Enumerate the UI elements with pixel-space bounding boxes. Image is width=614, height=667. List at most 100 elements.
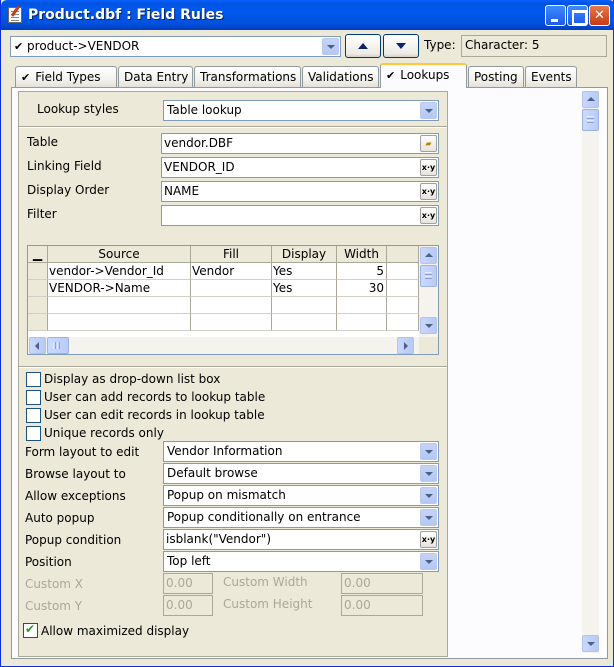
allow-maximized-checkbox[interactable]	[23, 622, 38, 638]
expression-builder-icon[interactable]: x·y	[420, 159, 437, 176]
grid-cell-width[interactable]: 5	[337, 263, 387, 280]
custom-height-input[interactable]: 0.00	[341, 595, 423, 616]
grid-cell[interactable]	[387, 297, 419, 314]
tab-label: Field Types	[35, 70, 101, 84]
custom-y-input[interactable]: 0.00	[163, 595, 213, 616]
grid-cell[interactable]	[387, 280, 419, 297]
tab-posting[interactable]: Posting	[468, 66, 524, 87]
expression-builder-icon[interactable]: x·y	[420, 183, 437, 200]
row-selector[interactable]	[28, 280, 48, 297]
scroll-up-button[interactable]	[582, 91, 599, 108]
column-header-width[interactable]: Width	[337, 246, 387, 263]
allow-exceptions-select[interactable]: Popup on mismatch	[163, 485, 439, 506]
scroll-right-button[interactable]	[397, 337, 414, 354]
grid-cell-display[interactable]: Yes	[272, 263, 337, 280]
unique-records-checkbox[interactable]	[26, 426, 41, 441]
folder-open-icon[interactable]: ▰	[420, 135, 437, 152]
tab-field-types[interactable]: ✔ Field Types	[15, 66, 117, 87]
can-add-checkbox[interactable]	[26, 390, 41, 405]
scroll-left-button[interactable]	[29, 337, 46, 354]
chevron-down-icon[interactable]	[420, 102, 437, 119]
grid-vertical-scrollbar[interactable]	[419, 246, 438, 337]
custom-x-input[interactable]: 0.00	[163, 573, 213, 594]
display-order-input[interactable]: NAME x·y	[161, 181, 439, 202]
maximize-button[interactable]	[567, 5, 588, 26]
previous-field-button[interactable]	[345, 34, 381, 58]
expression-builder-icon[interactable]: x·y	[420, 531, 437, 548]
grid-cell-width[interactable]: 30	[337, 280, 387, 297]
grid-cell[interactable]	[191, 297, 272, 314]
form-layout-label: Form layout to edit	[25, 445, 140, 459]
close-button[interactable]: ✕	[589, 5, 610, 26]
dropdown-list-checkbox[interactable]	[26, 372, 41, 387]
grid-cell-display[interactable]: Yes	[272, 280, 337, 297]
chevron-down-icon[interactable]	[322, 38, 339, 55]
scroll-down-button[interactable]	[420, 317, 437, 334]
tab-lookups[interactable]: ✔ Lookups	[380, 63, 467, 88]
grid-cell[interactable]	[272, 314, 337, 331]
tab-events[interactable]: Events	[525, 66, 577, 87]
row-selector[interactable]	[28, 314, 48, 331]
chevron-down-icon[interactable]	[420, 443, 437, 460]
row-selector[interactable]	[28, 297, 48, 314]
chevron-down-icon[interactable]	[420, 509, 437, 526]
scroll-up-button[interactable]	[420, 247, 437, 264]
lookup-styles-value: Table lookup	[167, 103, 242, 117]
auto-popup-select[interactable]: Popup conditionally on entrance	[163, 507, 439, 528]
chevron-down-icon[interactable]	[420, 553, 437, 570]
scroll-thumb[interactable]	[47, 337, 69, 354]
lookup-fields-grid[interactable]: ▁ Source Fill Display Width vendor->Vend…	[27, 245, 439, 355]
column-header-source[interactable]: Source	[48, 246, 191, 263]
can-edit-checkbox[interactable]	[26, 408, 41, 423]
scroll-thumb[interactable]	[582, 109, 599, 131]
next-field-button[interactable]	[383, 34, 419, 58]
panel-vertical-scrollbar[interactable]	[582, 91, 599, 653]
check-icon: ✔	[14, 40, 24, 53]
column-header-fill[interactable]: Fill	[191, 246, 272, 263]
custom-width-input[interactable]: 0.00	[341, 573, 423, 594]
grid-cell[interactable]	[387, 314, 419, 331]
linking-field-input[interactable]: VENDOR_ID x·y	[161, 157, 439, 178]
position-select[interactable]: Top left	[163, 551, 439, 572]
grid-horizontal-scrollbar[interactable]	[28, 337, 419, 354]
grid-cell-source[interactable]: VENDOR->Name	[48, 280, 191, 297]
grid-cell-fill[interactable]	[191, 280, 272, 297]
tab-label: Events	[531, 70, 572, 84]
linking-field-label: Linking Field	[27, 159, 102, 173]
column-header-empty	[387, 246, 419, 263]
title-bar[interactable]: Product.dbf : Field Rules ✕	[1, 0, 614, 30]
grid-cell[interactable]	[191, 314, 272, 331]
tab-transformations[interactable]: Transformations	[194, 66, 301, 87]
grid-cell-source[interactable]: vendor->Vendor_Id	[48, 263, 191, 280]
column-header-display[interactable]: Display	[272, 246, 337, 263]
tab-data-entry[interactable]: Data Entry	[118, 66, 193, 87]
scroll-down-button[interactable]	[582, 635, 599, 652]
grid-cell[interactable]	[337, 314, 387, 331]
scroll-thumb[interactable]	[420, 265, 437, 287]
grid-cell[interactable]	[387, 263, 419, 280]
grid-cell-fill[interactable]: Vendor	[191, 263, 272, 280]
grid-cell[interactable]	[48, 297, 191, 314]
field-selector[interactable]: ✔ product->VENDOR	[10, 36, 341, 57]
type-label: Type:	[424, 38, 456, 52]
filter-input[interactable]: x·y	[161, 205, 439, 226]
row-selector[interactable]	[28, 263, 48, 280]
lookup-styles-select[interactable]: Table lookup	[163, 100, 439, 121]
browse-layout-select[interactable]: Default browse	[163, 463, 439, 484]
window-title: Product.dbf : Field Rules	[28, 7, 224, 23]
tab-validations[interactable]: Validations	[302, 66, 379, 87]
form-layout-value: Vendor Information	[167, 444, 283, 458]
check-icon: ✔	[386, 69, 396, 82]
custom-x-value: 0.00	[166, 576, 193, 590]
form-layout-select[interactable]: Vendor Information	[163, 441, 439, 462]
minimize-button[interactable]	[545, 5, 566, 26]
grid-cell[interactable]	[337, 297, 387, 314]
popup-condition-input[interactable]: isblank("Vendor") x·y	[163, 529, 439, 550]
grid-corner[interactable]: ▁	[28, 246, 48, 263]
chevron-down-icon[interactable]	[420, 487, 437, 504]
expression-builder-icon[interactable]: x·y	[420, 207, 437, 224]
grid-cell[interactable]	[272, 297, 337, 314]
table-field[interactable]: vendor.DBF ▰	[161, 133, 439, 154]
chevron-down-icon[interactable]	[420, 465, 437, 482]
grid-cell[interactable]	[48, 314, 191, 331]
